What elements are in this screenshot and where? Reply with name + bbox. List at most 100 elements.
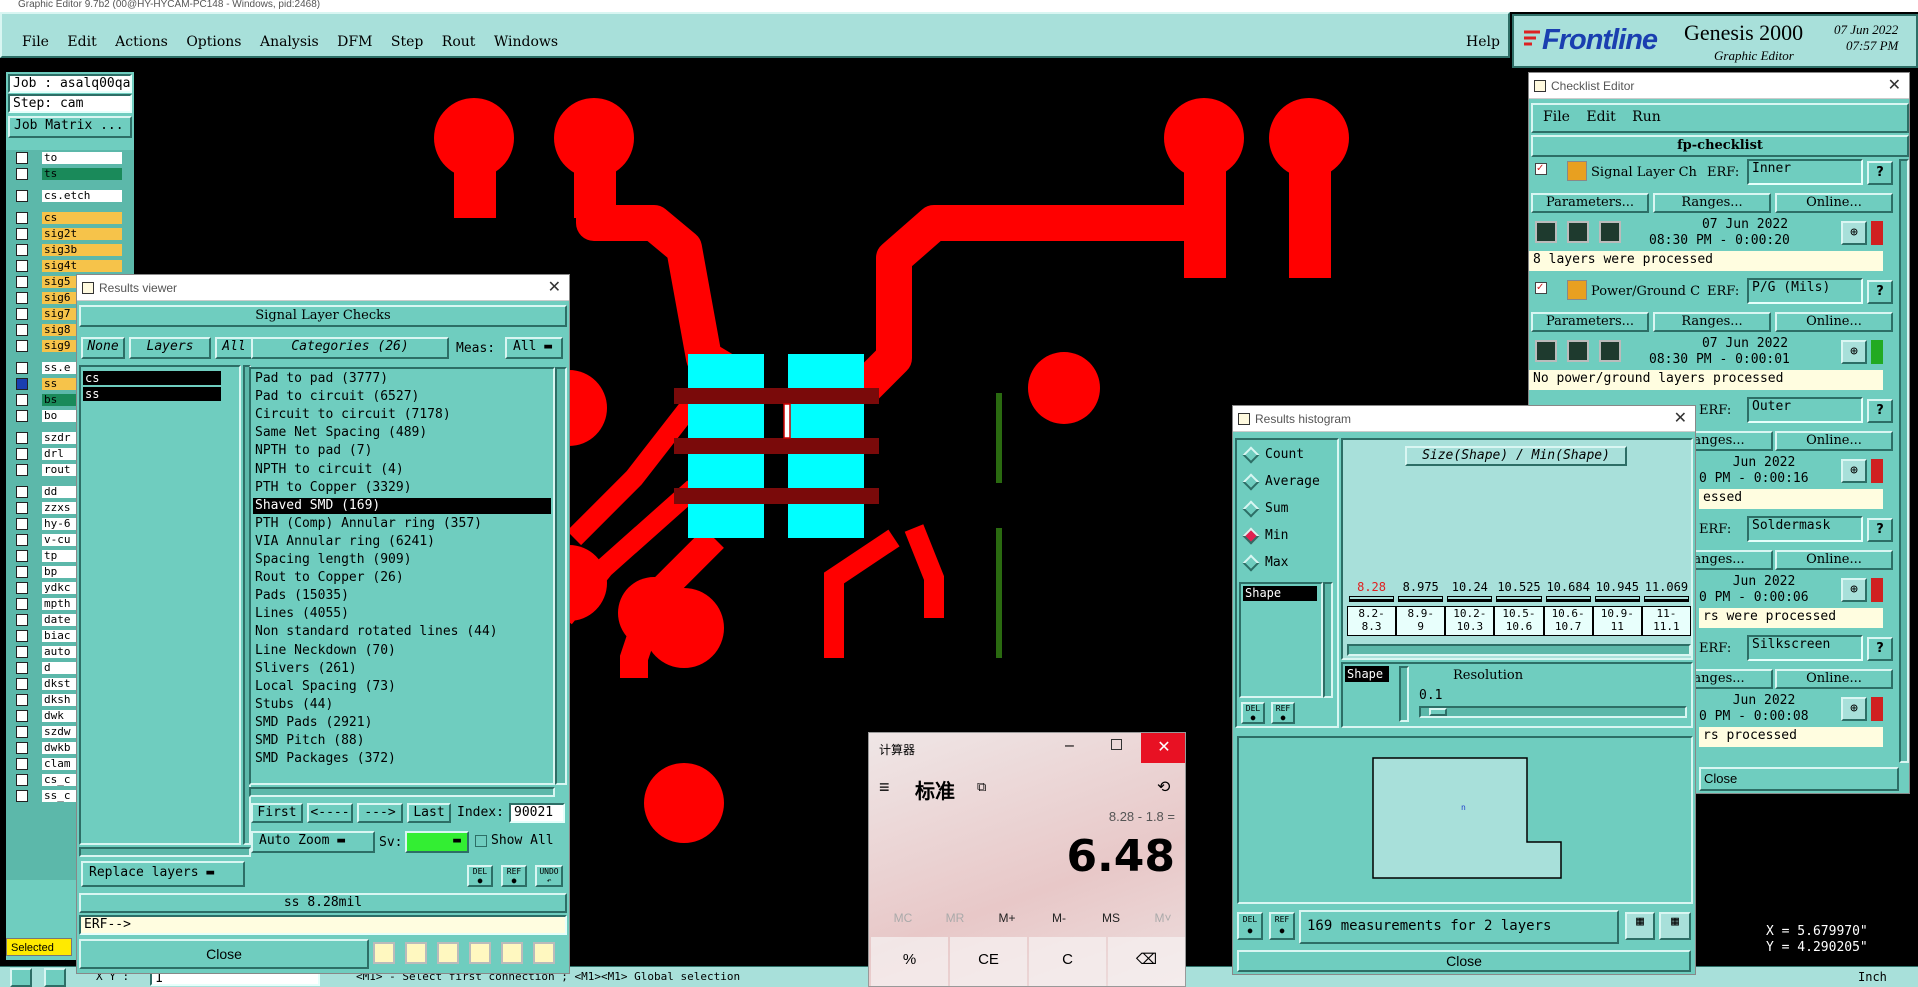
bar-chart-icon[interactable] bbox=[533, 942, 555, 964]
category-item[interactable]: Rout to Copper (26) bbox=[253, 570, 551, 586]
last-button[interactable]: Last bbox=[407, 803, 451, 823]
resolution-scrollbar[interactable] bbox=[1399, 666, 1409, 722]
layer-checkbox[interactable] bbox=[16, 694, 28, 706]
radio-icon[interactable] bbox=[1242, 527, 1260, 545]
category-item[interactable]: VIA Annular ring (6241) bbox=[253, 534, 551, 550]
checklist-menu-file[interactable]: File bbox=[1543, 109, 1570, 125]
parameters-button[interactable]: Parameters... bbox=[1531, 312, 1649, 332]
mode-option[interactable]: Min bbox=[1241, 525, 1337, 547]
category-item[interactable]: PTH to Copper (3329) bbox=[253, 480, 551, 496]
calc-key[interactable]: % bbox=[871, 937, 948, 986]
layer-checkbox[interactable] bbox=[16, 630, 28, 642]
hist-ref-button[interactable]: REF ● bbox=[1271, 702, 1295, 724]
zoom-icon[interactable]: ⊕ bbox=[1841, 578, 1867, 602]
radio-icon[interactable] bbox=[1242, 554, 1260, 572]
layer-checkbox[interactable] bbox=[16, 566, 28, 578]
layer-result-item[interactable]: cs bbox=[83, 371, 221, 385]
layer-name[interactable]: cs bbox=[42, 212, 122, 224]
results-icon[interactable] bbox=[1567, 340, 1589, 362]
calc-key[interactable]: ⌫ bbox=[1108, 937, 1185, 986]
memory-button[interactable]: MC bbox=[883, 911, 923, 925]
bin-bar[interactable] bbox=[1349, 596, 1395, 602]
hamburger-icon[interactable]: ≡ bbox=[879, 777, 890, 798]
layer-list-hscrollbar[interactable] bbox=[79, 847, 251, 857]
tool-icon[interactable] bbox=[469, 942, 491, 964]
menu-rout[interactable]: Rout bbox=[442, 34, 476, 50]
category-item[interactable]: SMD Pads (2921) bbox=[253, 715, 551, 731]
category-item[interactable]: NPTH to circuit (4) bbox=[253, 462, 551, 478]
histogram-hscrollbar[interactable] bbox=[1347, 644, 1691, 656]
layer-checkbox[interactable] bbox=[16, 292, 28, 304]
erf-value[interactable]: Outer bbox=[1747, 397, 1863, 423]
erf-value[interactable]: Inner bbox=[1747, 159, 1863, 185]
radio-icon[interactable] bbox=[1242, 473, 1260, 491]
menu-help[interactable]: Help bbox=[1466, 34, 1500, 50]
online-button[interactable]: Online... bbox=[1775, 550, 1893, 570]
category-list[interactable]: Pad to pad (3777) Pad to circuit (6527) Ci… bbox=[249, 367, 555, 785]
layer-checkbox[interactable] bbox=[16, 678, 28, 690]
layer-checkbox[interactable] bbox=[16, 582, 28, 594]
layer-checkbox[interactable] bbox=[16, 486, 28, 498]
meas-dropdown[interactable]: All ▬ bbox=[505, 337, 563, 359]
category-item[interactable]: Shaved SMD (169) bbox=[253, 497, 551, 514]
layer-checkbox[interactable] bbox=[16, 432, 28, 444]
mode-option[interactable]: Max bbox=[1241, 552, 1337, 574]
close-icon[interactable]: ✕ bbox=[548, 275, 561, 301]
bin-bar[interactable] bbox=[1496, 596, 1542, 602]
layer-checkbox[interactable] bbox=[16, 758, 28, 770]
hist-del-button[interactable]: DEL ● bbox=[1241, 702, 1265, 724]
action-icon[interactable] bbox=[1599, 340, 1621, 362]
layers-button[interactable]: Layers bbox=[129, 337, 211, 359]
layer-checkbox[interactable] bbox=[16, 362, 28, 374]
mode-option[interactable]: Sum bbox=[1241, 498, 1337, 520]
erf-value[interactable]: Soldermask bbox=[1747, 516, 1863, 542]
zoom-icon[interactable]: ⊕ bbox=[1841, 697, 1867, 721]
help-icon[interactable]: ? bbox=[1867, 518, 1893, 542]
menu-step[interactable]: Step bbox=[391, 34, 423, 50]
bin-bar[interactable] bbox=[1594, 596, 1640, 602]
checklist-menu-edit[interactable]: Edit bbox=[1586, 109, 1615, 125]
ref-button[interactable]: REF ● bbox=[501, 865, 527, 887]
histogram-chart-icon[interactable]: ▦ bbox=[1659, 912, 1691, 940]
layer-checkbox[interactable] bbox=[16, 228, 28, 240]
layer-checkbox[interactable] bbox=[16, 190, 28, 202]
menu-actions[interactable]: Actions bbox=[115, 34, 168, 50]
unit-selector[interactable]: Inch bbox=[1858, 970, 1887, 984]
checklist-scrollbar[interactable] bbox=[1899, 159, 1909, 763]
memory-button[interactable]: MS bbox=[1091, 911, 1131, 925]
bin-bar[interactable] bbox=[1545, 596, 1591, 602]
histogram-mode-icon[interactable]: ▦ bbox=[1625, 912, 1655, 940]
help-icon[interactable]: ? bbox=[1867, 399, 1893, 423]
category-item[interactable]: SMD Packages (372) bbox=[253, 751, 551, 767]
action-icon[interactable] bbox=[1599, 221, 1621, 243]
radio-icon[interactable] bbox=[1242, 446, 1260, 464]
category-item[interactable]: Local Spacing (73) bbox=[253, 679, 551, 695]
category-item[interactable]: PTH (Comp) Annular ring (357) bbox=[253, 516, 551, 532]
category-hscrollbar[interactable] bbox=[249, 787, 555, 797]
menu-file[interactable]: File bbox=[22, 34, 49, 50]
replace-layers-dropdown[interactable]: Replace layers ▬ bbox=[81, 861, 245, 887]
layer-name[interactable]: to bbox=[42, 152, 122, 164]
bin-bar[interactable] bbox=[1398, 596, 1444, 602]
mode-option[interactable]: Average bbox=[1241, 471, 1337, 493]
category-item[interactable]: Stubs (44) bbox=[253, 697, 551, 713]
tool-icon[interactable] bbox=[405, 942, 427, 964]
category-item[interactable]: NPTH to pad (7) bbox=[253, 443, 551, 459]
layer-checkbox[interactable] bbox=[16, 378, 28, 390]
layer-checkbox[interactable] bbox=[16, 502, 28, 514]
layer-checkbox[interactable] bbox=[16, 598, 28, 610]
category-item[interactable]: Lines (4055) bbox=[253, 606, 551, 622]
layer-checkbox[interactable] bbox=[16, 152, 28, 164]
layer-name[interactable]: sig4t bbox=[42, 260, 122, 272]
layer-checkbox[interactable] bbox=[16, 276, 28, 288]
layer-checkbox[interactable] bbox=[16, 662, 28, 674]
checklist-menu-run[interactable]: Run bbox=[1632, 109, 1661, 125]
slider-thumb[interactable] bbox=[1429, 708, 1447, 716]
bin-bar[interactable] bbox=[1447, 596, 1493, 602]
layer-checkbox[interactable] bbox=[16, 774, 28, 786]
layer-checkbox[interactable] bbox=[16, 410, 28, 422]
layer-checkbox[interactable] bbox=[16, 550, 28, 562]
first-button[interactable]: First bbox=[251, 803, 303, 823]
layer-checkbox[interactable] bbox=[16, 790, 28, 802]
tool-icon[interactable] bbox=[373, 942, 395, 964]
